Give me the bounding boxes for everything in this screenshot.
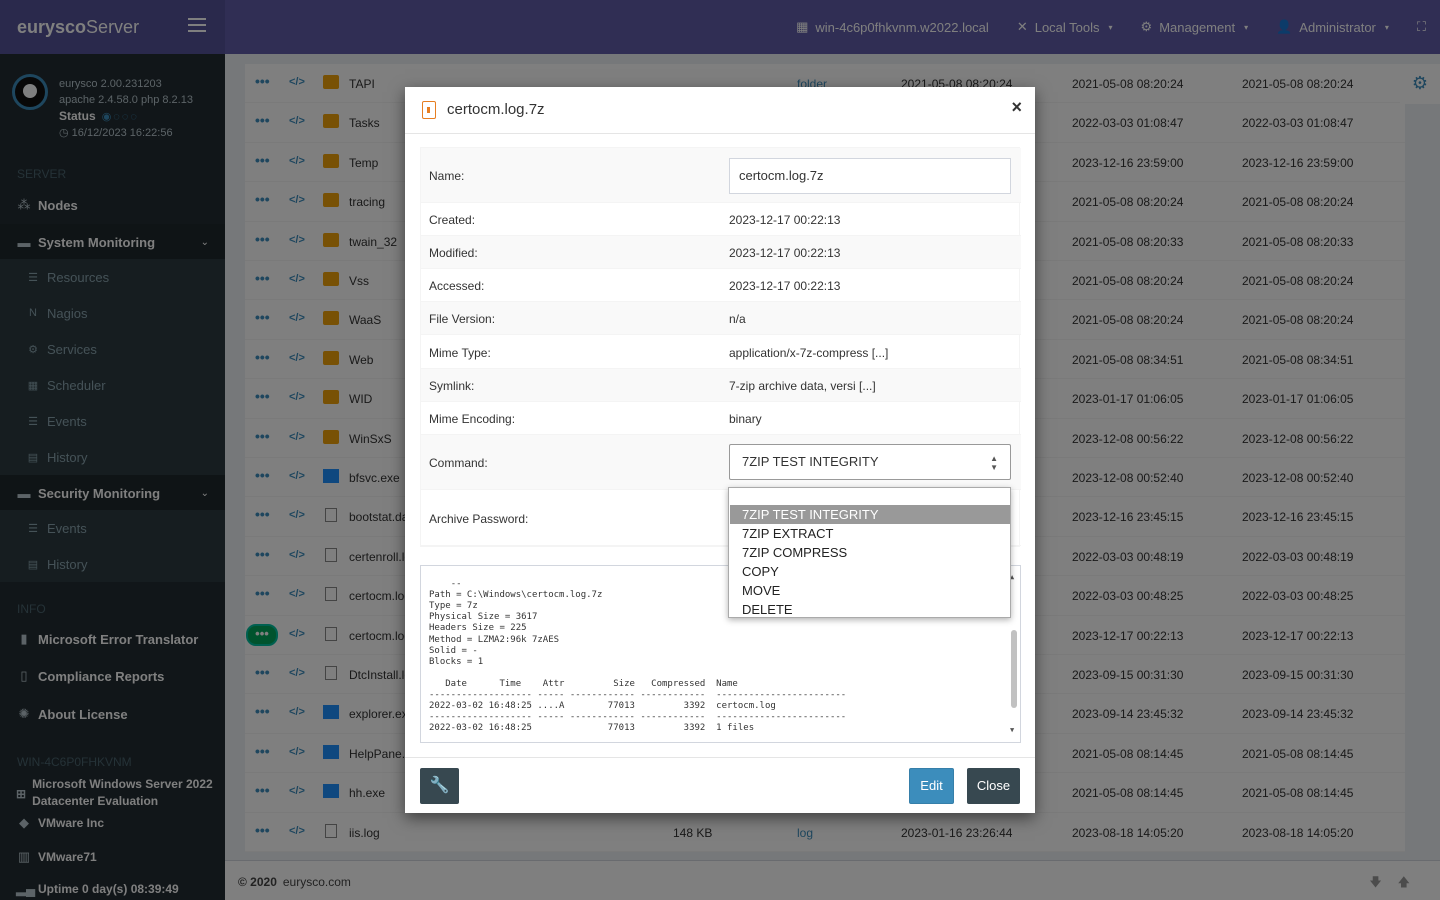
option-move[interactable]: MOVE [730,581,1010,600]
select-arrows-icon: ▲ ▼ [990,454,998,472]
tools-button[interactable]: 🔧 [420,768,459,804]
file-properties-modal: certocm.log.7z × Name: certocm.log.7z Cr… [405,87,1035,813]
modal-header: certocm.log.7z × [405,87,1035,134]
wrench-icon: 🔧 [429,777,450,794]
archive-file-icon [422,101,436,119]
modal-title: certocm.log.7z [447,101,545,118]
option-7zip-test-integrity[interactable]: 7ZIP TEST INTEGRITY [730,505,1010,524]
prop-row-command: Command: 7ZIP TEST INTEGRITY ▲ ▼ [421,435,1021,490]
prop-row-file-version: File Version: n/a [421,302,1021,335]
option-7zip-compress[interactable]: 7ZIP COMPRESS [730,543,1010,562]
prop-row-mime-encoding: Mime Encoding: binary [421,402,1021,435]
prop-row-created: Created: 2023-12-17 00:22:13 [421,203,1021,236]
prop-row-accessed: Accessed: 2023-12-17 00:22:13 [421,269,1021,302]
option-copy[interactable]: COPY [730,562,1010,581]
prop-row-name: Name: certocm.log.7z [421,148,1021,203]
command-dropdown-list: 7ZIP TEST INTEGRITY 7ZIP EXTRACT 7ZIP CO… [728,487,1011,618]
prop-row-modified: Modified: 2023-12-17 00:22:13 [421,236,1021,269]
name-input[interactable]: certocm.log.7z [729,158,1011,194]
output-scrollbar[interactable]: ▲ ▼ [1010,572,1018,736]
edit-button[interactable]: Edit [909,768,954,804]
command-select[interactable]: 7ZIP TEST INTEGRITY ▲ ▼ [729,444,1011,480]
scroll-down-icon[interactable]: ▼ [1010,725,1014,736]
scrollbar-thumb[interactable] [1011,630,1017,708]
close-icon[interactable]: × [1011,97,1022,118]
close-button[interactable]: Close [967,768,1020,804]
option-delete[interactable]: DELETE [730,600,1010,619]
modal-footer: 🔧 Edit Close [405,757,1035,813]
option-7zip-extract[interactable]: 7ZIP EXTRACT [730,524,1010,543]
prop-row-symlink: Symlink: 7-zip archive data, versi [...] [421,369,1021,402]
prop-row-mime-type: Mime Type: application/x-7z-compress [..… [421,335,1021,369]
